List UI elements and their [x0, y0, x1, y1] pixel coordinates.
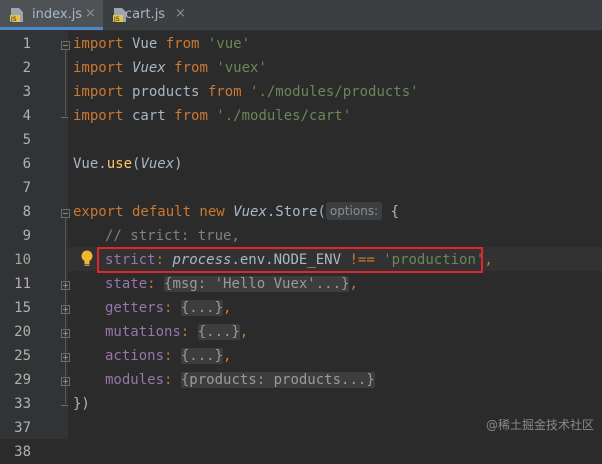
code-line-29: modules: {products: products...}: [105, 372, 375, 388]
folded-region[interactable]: {...}: [197, 324, 240, 340]
folded-region[interactable]: {msg: 'Hello Vuex'...}: [164, 276, 350, 292]
code-line-25: actions: {...},: [105, 348, 232, 364]
expand-icon[interactable]: [61, 329, 70, 338]
line-number: 3: [22, 84, 31, 100]
folded-region[interactable]: {...}: [180, 348, 224, 364]
line-number: 15: [14, 300, 31, 316]
tab-index-js[interactable]: JS index.js ×: [0, 0, 103, 30]
watermark: @稀土掘金技术社区: [485, 418, 594, 432]
line-number: 29: [14, 372, 31, 388]
code-line-2: import Vuex from 'vuex': [73, 60, 267, 76]
line-number: 25: [14, 348, 31, 364]
expand-icon[interactable]: [61, 353, 70, 362]
expand-icon[interactable]: [61, 305, 70, 314]
line-number: 11: [14, 276, 31, 292]
svg-text:JS: JS: [113, 16, 120, 23]
line-number: 1: [22, 36, 31, 52]
line-number: 10: [14, 252, 31, 268]
line-number: 9: [22, 228, 31, 244]
lightbulb-icon[interactable]: [80, 250, 94, 268]
tab-label: cart.js: [125, 7, 166, 22]
line-number: 6: [22, 156, 31, 172]
code-line-4: import cart from './modules/cart': [73, 108, 352, 124]
line-number: 8: [22, 204, 31, 220]
code-line-6: Vue.use(Vuex): [73, 156, 183, 172]
js-file-icon: JS: [10, 8, 23, 23]
expand-icon[interactable]: [61, 281, 70, 290]
code-line-1: import Vue from 'vue': [73, 36, 251, 52]
folded-region[interactable]: {products: products...}: [180, 372, 375, 388]
code-line-11: state: {msg: 'Hello Vuex'...},: [105, 276, 358, 292]
line-number: 7: [22, 180, 31, 196]
editor-tab-bar: JS index.js × JS cart.js ×: [0, 0, 602, 31]
code-line-15: getters: {...},: [105, 300, 232, 316]
line-number: 37: [14, 420, 31, 436]
highlight-annotation-box: [97, 247, 483, 273]
line-number: 33: [14, 396, 31, 412]
code-editor[interactable]: import Vue from 'vue' import Vuex from '…: [73, 31, 602, 439]
tab-label: index.js: [32, 7, 83, 22]
line-number: 38: [14, 444, 31, 460]
folded-region[interactable]: {...}: [180, 300, 224, 316]
code-line-20: mutations: {...},: [105, 324, 249, 340]
code-line-33: }): [73, 396, 90, 412]
close-icon[interactable]: ×: [175, 6, 186, 21]
line-number: 5: [22, 132, 31, 148]
line-number: 20: [14, 324, 31, 340]
line-number-gutter: 1 2 3 4 5 6 7 8 9 10 11 15 20 25 29 33 3…: [0, 31, 68, 460]
fold-end-icon[interactable]: [61, 113, 70, 122]
line-number: 2: [22, 60, 31, 76]
parameter-hint: options:: [325, 202, 383, 220]
code-line-3: import products from './modules/products…: [73, 84, 419, 100]
fold-end-icon[interactable]: [61, 401, 70, 410]
tab-cart-js[interactable]: JS cart.js ×: [103, 0, 193, 30]
line-number: 4: [22, 108, 31, 124]
svg-text:JS: JS: [10, 16, 17, 23]
fold-guide: [65, 50, 66, 116]
code-line-9: // strict: true,: [105, 228, 240, 244]
code-line-8: export default new Vuex.Store(options: {: [73, 202, 399, 220]
fold-toggle-icon[interactable]: [61, 209, 70, 218]
fold-toggle-icon[interactable]: [61, 41, 70, 50]
expand-icon[interactable]: [61, 377, 70, 386]
close-icon[interactable]: ×: [85, 6, 96, 21]
